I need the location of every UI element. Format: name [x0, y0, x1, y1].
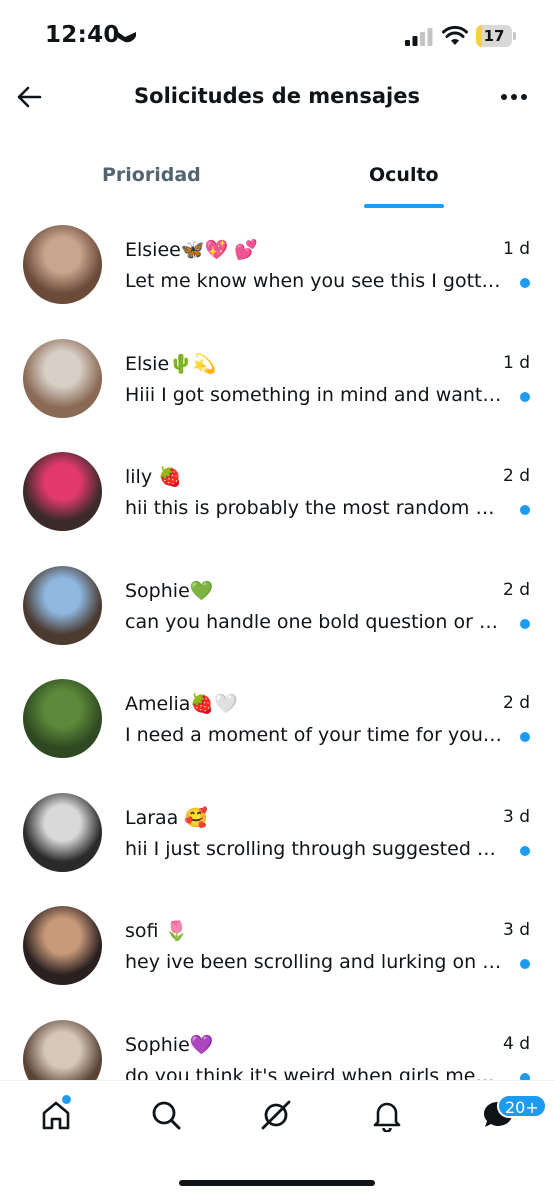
conversation-row[interactable]: lily 🍓 2 d hii this is probably the most r… — [0, 435, 554, 548]
nav-grok[interactable] — [256, 1095, 296, 1135]
grok-icon — [261, 1100, 291, 1130]
message-time: 1 d — [502, 239, 530, 259]
cellular-signal-icon — [405, 28, 433, 46]
sender-name: lily 🍓 — [125, 466, 182, 488]
message-preview: hii I just scrolling through suggested a… — [125, 837, 503, 860]
home-indicator — [179, 1180, 375, 1186]
sender-name: Sophie💚 — [125, 579, 214, 602]
unread-dot — [520, 1072, 530, 1080]
nav-search[interactable] — [146, 1095, 186, 1135]
message-preview: Hiii I got something in mind and want y.… — [125, 383, 503, 406]
more-options-button[interactable] — [496, 82, 532, 112]
conversation-row[interactable]: Sophie💜 4 d do you think it's weird when g… — [0, 1003, 554, 1081]
unread-dot — [520, 391, 530, 402]
message-preview: hii this is probably the most random hi.… — [125, 497, 503, 519]
sender-name: Sophie💜 — [125, 1033, 214, 1056]
sender-name: Elsiee🦋💖 💕 — [125, 239, 258, 261]
conversation-row[interactable]: Elsie🌵💫 1 d Hiii I got something in mind a… — [0, 322, 554, 435]
status-bar: 12:40 17 — [0, 0, 554, 70]
avatar[interactable] — [23, 452, 102, 531]
message-time: 2 d — [502, 693, 530, 713]
conversation-row[interactable]: sofi 🌷 3 d hey ive been scrolling and lurk… — [0, 889, 554, 1002]
unread-dot — [520, 732, 530, 742]
avatar[interactable] — [23, 338, 102, 418]
message-time: 3 d — [502, 806, 530, 827]
status-time: 12:40 — [45, 22, 120, 48]
message-preview: do you think it's weird when girls mess.… — [125, 1064, 503, 1081]
conversation-row[interactable]: Amelia🍓🤍 2 d I need a moment of your time … — [0, 662, 554, 775]
tab-oculto[interactable]: Oculto — [369, 164, 439, 186]
wifi-icon — [442, 25, 468, 45]
messages-badge: 20+ — [497, 1094, 547, 1118]
conversation-row[interactable]: Sophie💚 2 d can you handle one bold questi… — [0, 549, 554, 662]
avatar[interactable] — [23, 565, 102, 645]
nav-notifications[interactable] — [367, 1095, 407, 1135]
message-time: 3 d — [502, 920, 530, 940]
battery-indicator: 17 — [476, 25, 516, 47]
unread-dot — [520, 959, 530, 969]
notifications-bell-icon — [373, 1102, 401, 1132]
sender-name: sofi 🌷 — [125, 920, 189, 942]
message-time: 4 d — [502, 1033, 530, 1054]
sender-name: Elsie🌵💫 — [125, 352, 217, 375]
message-requests-list: Elsiee🦋💖 💕 1 d Let me know when you see th… — [0, 208, 554, 1080]
search-icon — [152, 1101, 181, 1130]
tab-bar: Prioridad Oculto — [0, 150, 554, 210]
header: Solicitudes de mensajes — [0, 70, 554, 128]
message-preview: can you handle one bold question or s... — [125, 610, 503, 633]
sender-name: Laraa 🥰 — [125, 806, 209, 829]
sender-name: Amelia🍓🤍 — [125, 693, 238, 715]
page-title: Solicitudes de mensajes — [134, 84, 420, 108]
avatar[interactable] — [23, 792, 102, 872]
avatar[interactable] — [23, 1019, 102, 1080]
home-new-dot — [62, 1095, 71, 1104]
message-time: 2 d — [502, 579, 530, 600]
conversation-row[interactable]: Elsiee🦋💖 💕 1 d Let me know when you see th… — [0, 208, 554, 321]
battery-level: 17 — [483, 27, 505, 45]
message-time: 2 d — [502, 466, 530, 486]
avatar[interactable] — [23, 906, 102, 985]
unread-dot — [520, 278, 530, 288]
unread-dot — [520, 845, 530, 856]
unread-dot — [520, 505, 530, 515]
avatar[interactable] — [23, 679, 102, 758]
message-preview: I need a moment of your time for your... — [125, 724, 503, 746]
more-horizontal-icon — [501, 94, 527, 100]
conversation-row[interactable]: Laraa 🥰 3 d hii I just scrolling through s… — [0, 776, 554, 889]
avatar[interactable] — [23, 225, 102, 304]
tab-prioridad[interactable]: Prioridad — [102, 164, 201, 186]
message-preview: hey ive been scrolling and lurking on pe… — [125, 951, 503, 973]
message-time: 1 d — [502, 352, 530, 373]
message-preview: Let me know when you see this I gotta... — [125, 270, 503, 292]
unread-dot — [520, 618, 530, 629]
bed-icon — [118, 32, 136, 43]
